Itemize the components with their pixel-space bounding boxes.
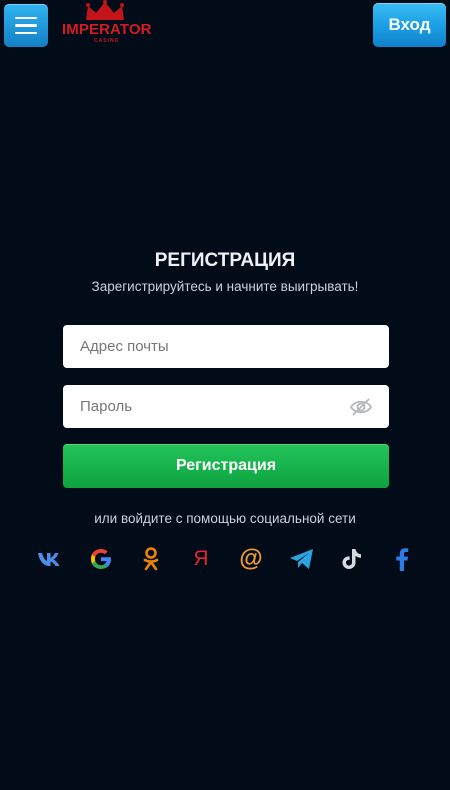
social-login-row: Я @ — [0, 544, 450, 574]
mail-ru-icon[interactable]: @ — [236, 544, 266, 574]
logo[interactable]: IMPERATOR CASINO — [58, 0, 152, 46]
telegram-icon[interactable] — [287, 544, 317, 574]
social-login-caption: или войдите с помощью социальной сети — [94, 511, 356, 526]
email-input[interactable] — [78, 337, 342, 356]
menu-icon — [15, 16, 37, 20]
yandex-icon[interactable]: Я — [186, 544, 216, 574]
menu-button[interactable] — [4, 4, 48, 47]
login-button[interactable]: Вход — [373, 3, 446, 47]
page-title: РЕГИСТРАЦИЯ — [154, 250, 296, 271]
header: IMPERATOR CASINO Вход — [0, 0, 450, 52]
logo-text: IMPERATOR — [62, 21, 152, 38]
toggle-password-visibility-icon[interactable] — [349, 397, 373, 417]
password-input[interactable] — [78, 397, 342, 416]
register-button[interactable]: Регистрация — [63, 444, 389, 488]
vk-icon[interactable] — [35, 544, 65, 574]
odnoklassniki-icon[interactable] — [136, 544, 166, 574]
facebook-icon[interactable] — [387, 544, 417, 574]
logo-subtext: CASINO — [94, 38, 120, 44]
password-field[interactable] — [63, 385, 389, 428]
page-subtitle: Зарегистрируйтесь и начните выигрывать! — [91, 279, 359, 294]
tiktok-icon[interactable] — [336, 544, 366, 574]
google-icon[interactable] — [86, 544, 116, 574]
email-field[interactable] — [63, 325, 389, 368]
